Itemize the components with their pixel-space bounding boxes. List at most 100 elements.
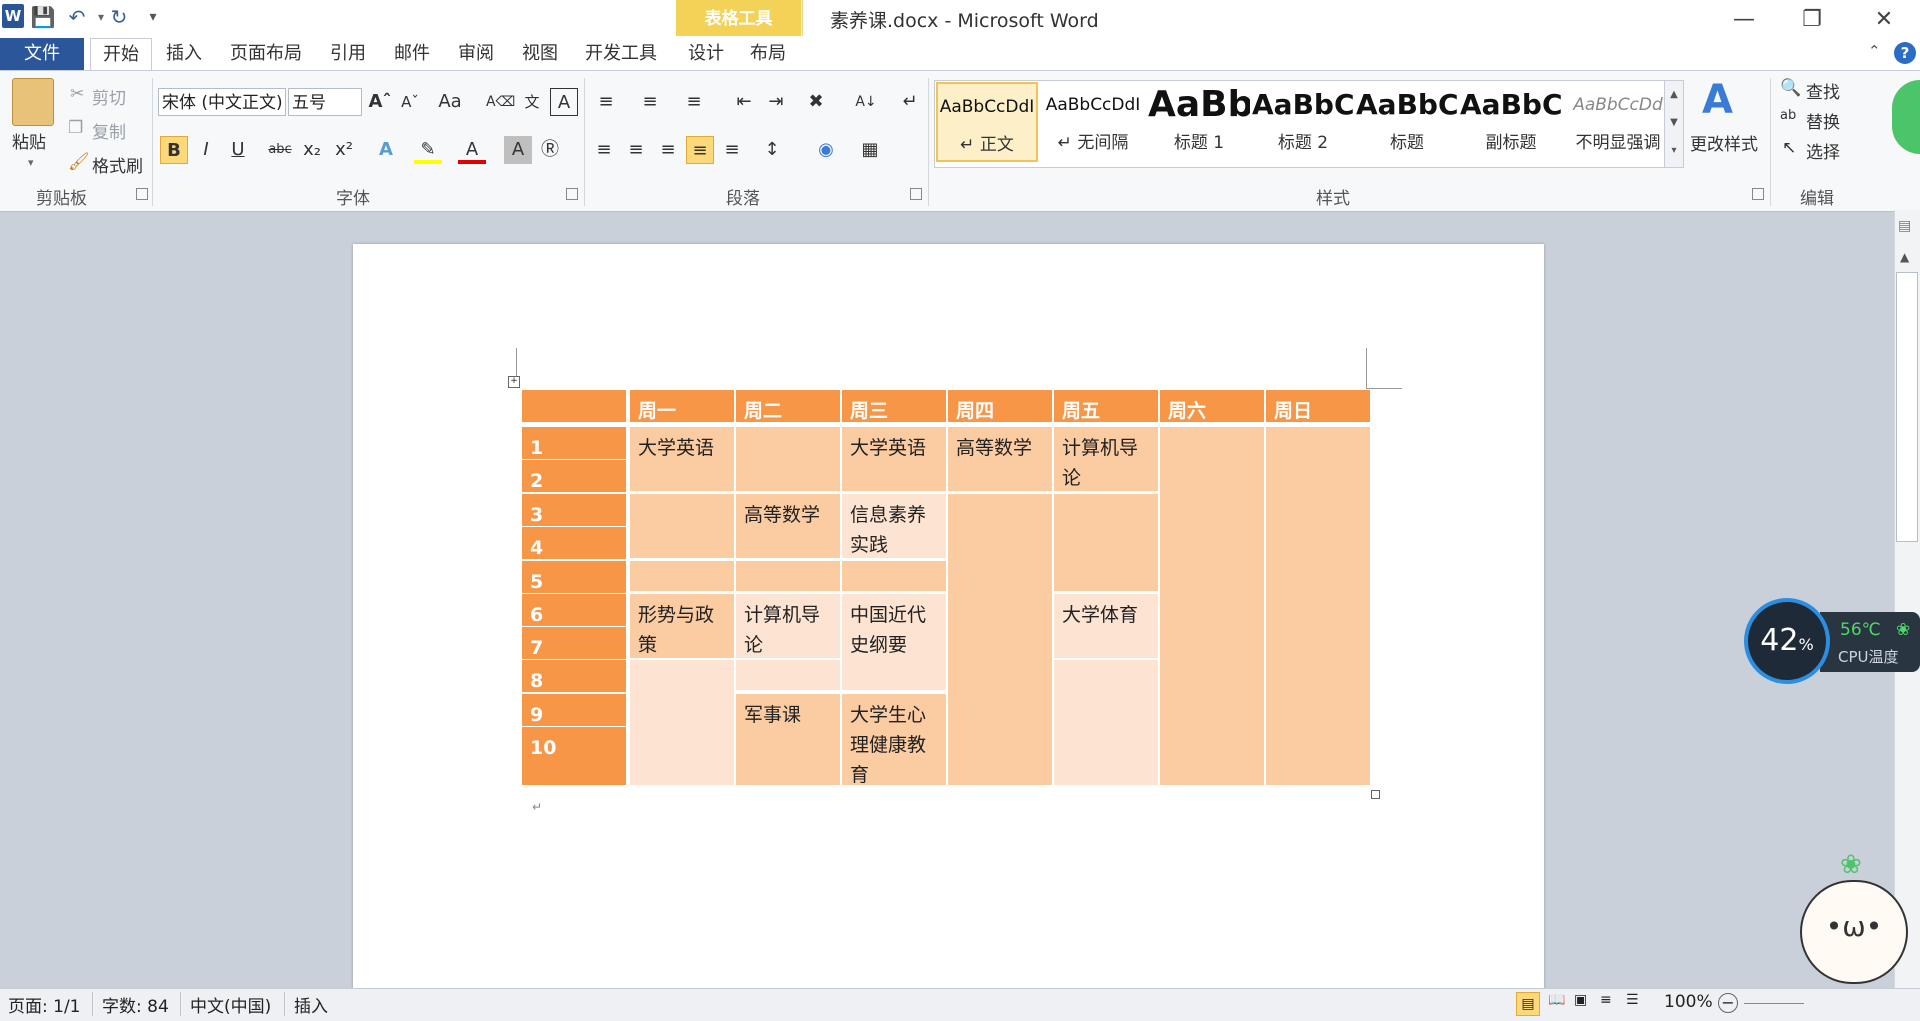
char-shading-icon[interactable]: A: [504, 136, 532, 164]
paste-button[interactable]: 粘贴: [12, 128, 46, 153]
decrease-indent-icon[interactable]: ⇤: [730, 88, 758, 116]
page-count[interactable]: 页面: 1/1: [8, 992, 81, 1017]
cell-tue-8[interactable]: [736, 660, 840, 690]
distribute-icon[interactable]: ≡: [718, 136, 746, 164]
cell-wed-1-2[interactable]: 大学英语: [842, 427, 946, 491]
cell-fri-1-2[interactable]: 计算机导论: [1054, 427, 1158, 491]
tab-mailings[interactable]: 邮件: [386, 38, 438, 70]
shrink-font-icon[interactable]: Aˇ: [396, 88, 424, 116]
language-indicator[interactable]: 中文(中国): [190, 992, 271, 1017]
cpu-temp-panel[interactable]: 56℃ ❀ CPU温度: [1820, 612, 1920, 672]
format-painter-button[interactable]: 格式刷: [92, 152, 143, 177]
style-subtle-emphasis[interactable]: AaBbCcDd 不明显强调: [1564, 82, 1672, 162]
font-color-icon[interactable]: A: [458, 136, 486, 164]
copy-icon[interactable]: ❐: [68, 118, 83, 138]
subscript-button[interactable]: x₂: [298, 136, 326, 164]
cell-sat-1-10[interactable]: [1160, 427, 1264, 785]
borders-icon[interactable]: ▦: [856, 136, 884, 164]
font-launcher-icon[interactable]: [566, 188, 578, 200]
insert-mode[interactable]: 插入: [294, 992, 328, 1017]
period-2[interactable]: 2: [522, 460, 626, 492]
cell-thu-1-2[interactable]: 高等数学: [948, 427, 1052, 491]
cell-tue-9-10[interactable]: 军事课: [736, 694, 840, 785]
cell-fri-8-10[interactable]: [1054, 660, 1158, 785]
asian-layout-icon[interactable]: ✖: [802, 88, 830, 116]
superscript-button[interactable]: x²: [330, 136, 358, 164]
bold-button[interactable]: B: [160, 136, 188, 164]
table-corner-cell[interactable]: [522, 390, 626, 422]
copy-button[interactable]: 复制: [92, 118, 126, 143]
styles-launcher-icon[interactable]: [1752, 188, 1764, 200]
draft-view-icon[interactable]: ☰: [1626, 992, 1639, 1008]
style-no-spacing[interactable]: AaBbCcDdI ↵ 无间隔: [1042, 82, 1144, 162]
multilevel-list-icon[interactable]: ≡: [680, 88, 708, 116]
clipboard-launcher-icon[interactable]: [136, 188, 148, 200]
style-gallery-scroll[interactable]: ▲ ▼ ▾: [1664, 80, 1684, 168]
cell-fri-6-7[interactable]: 大学体育: [1054, 594, 1158, 658]
justify-icon[interactable]: ≡: [686, 136, 714, 164]
cell-tue-1-2[interactable]: [736, 427, 840, 491]
style-subtitle[interactable]: AaBbC 副标题: [1460, 82, 1562, 162]
web-layout-icon[interactable]: ▣: [1574, 992, 1587, 1008]
phonetic-guide-icon[interactable]: 文: [518, 88, 546, 116]
zoom-level[interactable]: 100%: [1664, 992, 1713, 1012]
cell-tue-3-4[interactable]: 高等数学: [736, 494, 840, 558]
word-logo-icon[interactable]: W: [2, 4, 24, 28]
header-thu[interactable]: 周四: [948, 390, 1052, 422]
char-border-icon[interactable]: A: [550, 88, 578, 116]
find-icon[interactable]: 🔍: [1780, 78, 1801, 98]
font-name-select[interactable]: 宋体 (中文正文): [158, 88, 286, 116]
ruler-toggle-icon[interactable]: ▤: [1898, 218, 1911, 234]
sort-icon[interactable]: A↓: [852, 88, 880, 116]
period-6[interactable]: 6: [522, 594, 626, 626]
cell-wed-9-10[interactable]: 大学生心理健康教育: [842, 694, 946, 785]
cell-thu-3-10[interactable]: [948, 494, 1052, 785]
mascot-icon[interactable]: •ω•: [1800, 880, 1908, 984]
save-icon[interactable]: 💾: [30, 4, 56, 30]
print-layout-icon[interactable]: ▤: [1516, 992, 1540, 1016]
shading-icon[interactable]: ◉: [812, 136, 840, 164]
scroll-thumb[interactable]: [1896, 272, 1918, 542]
cell-wed-6-8[interactable]: 中国近代史纲要: [842, 594, 946, 690]
table-resize-handle[interactable]: [1371, 790, 1380, 799]
word-count[interactable]: 字数: 84: [102, 992, 169, 1017]
collapse-ribbon-icon[interactable]: ⌃: [1868, 42, 1881, 60]
highlight-icon[interactable]: ✎: [414, 136, 442, 164]
cell-sun-1-10[interactable]: [1266, 427, 1370, 785]
period-1[interactable]: 1: [522, 427, 626, 459]
text-effects-icon[interactable]: A: [372, 136, 400, 164]
font-size-select[interactable]: 五号: [288, 88, 362, 116]
customize-toolbar-icon[interactable]: ▾: [140, 4, 166, 30]
tab-developer[interactable]: 开发工具: [578, 38, 664, 70]
replace-button[interactable]: 替换: [1806, 108, 1840, 133]
tab-layout[interactable]: 布局: [742, 38, 794, 70]
style-title[interactable]: AaBbC 标题: [1356, 82, 1458, 162]
redo-icon[interactable]: ↻: [106, 4, 132, 30]
header-wed[interactable]: 周三: [842, 390, 946, 422]
period-7[interactable]: 7: [522, 627, 626, 659]
style-heading-2[interactable]: AaBbC 标题 2: [1252, 82, 1354, 162]
tab-insert[interactable]: 插入: [158, 38, 210, 70]
cell-tue-6-7[interactable]: 计算机导论: [736, 594, 840, 658]
cell-mon-8-10[interactable]: [630, 660, 734, 785]
restore-icon[interactable]: ❐: [1784, 2, 1840, 38]
select-icon[interactable]: ↖: [1782, 138, 1796, 158]
cell-fri-3-5[interactable]: [1054, 494, 1158, 591]
replace-icon[interactable]: ab: [1780, 108, 1796, 123]
change-styles-icon[interactable]: A: [1702, 80, 1742, 120]
scroll-up-icon[interactable]: ▲: [1900, 250, 1909, 264]
cut-icon[interactable]: ✂: [70, 84, 84, 104]
cut-button[interactable]: 剪切: [92, 84, 126, 109]
style-normal[interactable]: AaBbCcDdI ↵ 正文: [936, 82, 1038, 162]
full-screen-reading-icon[interactable]: 📖: [1548, 992, 1565, 1008]
line-spacing-icon[interactable]: ↕: [758, 136, 786, 164]
align-left-icon[interactable]: ≡: [590, 136, 618, 164]
zoom-slider-track[interactable]: [1744, 1003, 1804, 1004]
underline-button[interactable]: U: [224, 136, 252, 164]
header-sat[interactable]: 周六: [1160, 390, 1264, 422]
align-right-icon[interactable]: ≡: [654, 136, 682, 164]
cell-mon-5[interactable]: [630, 561, 734, 591]
clear-format-icon[interactable]: A⌫: [486, 88, 515, 116]
close-icon[interactable]: ✕: [1856, 2, 1912, 38]
header-tue[interactable]: 周二: [736, 390, 840, 422]
